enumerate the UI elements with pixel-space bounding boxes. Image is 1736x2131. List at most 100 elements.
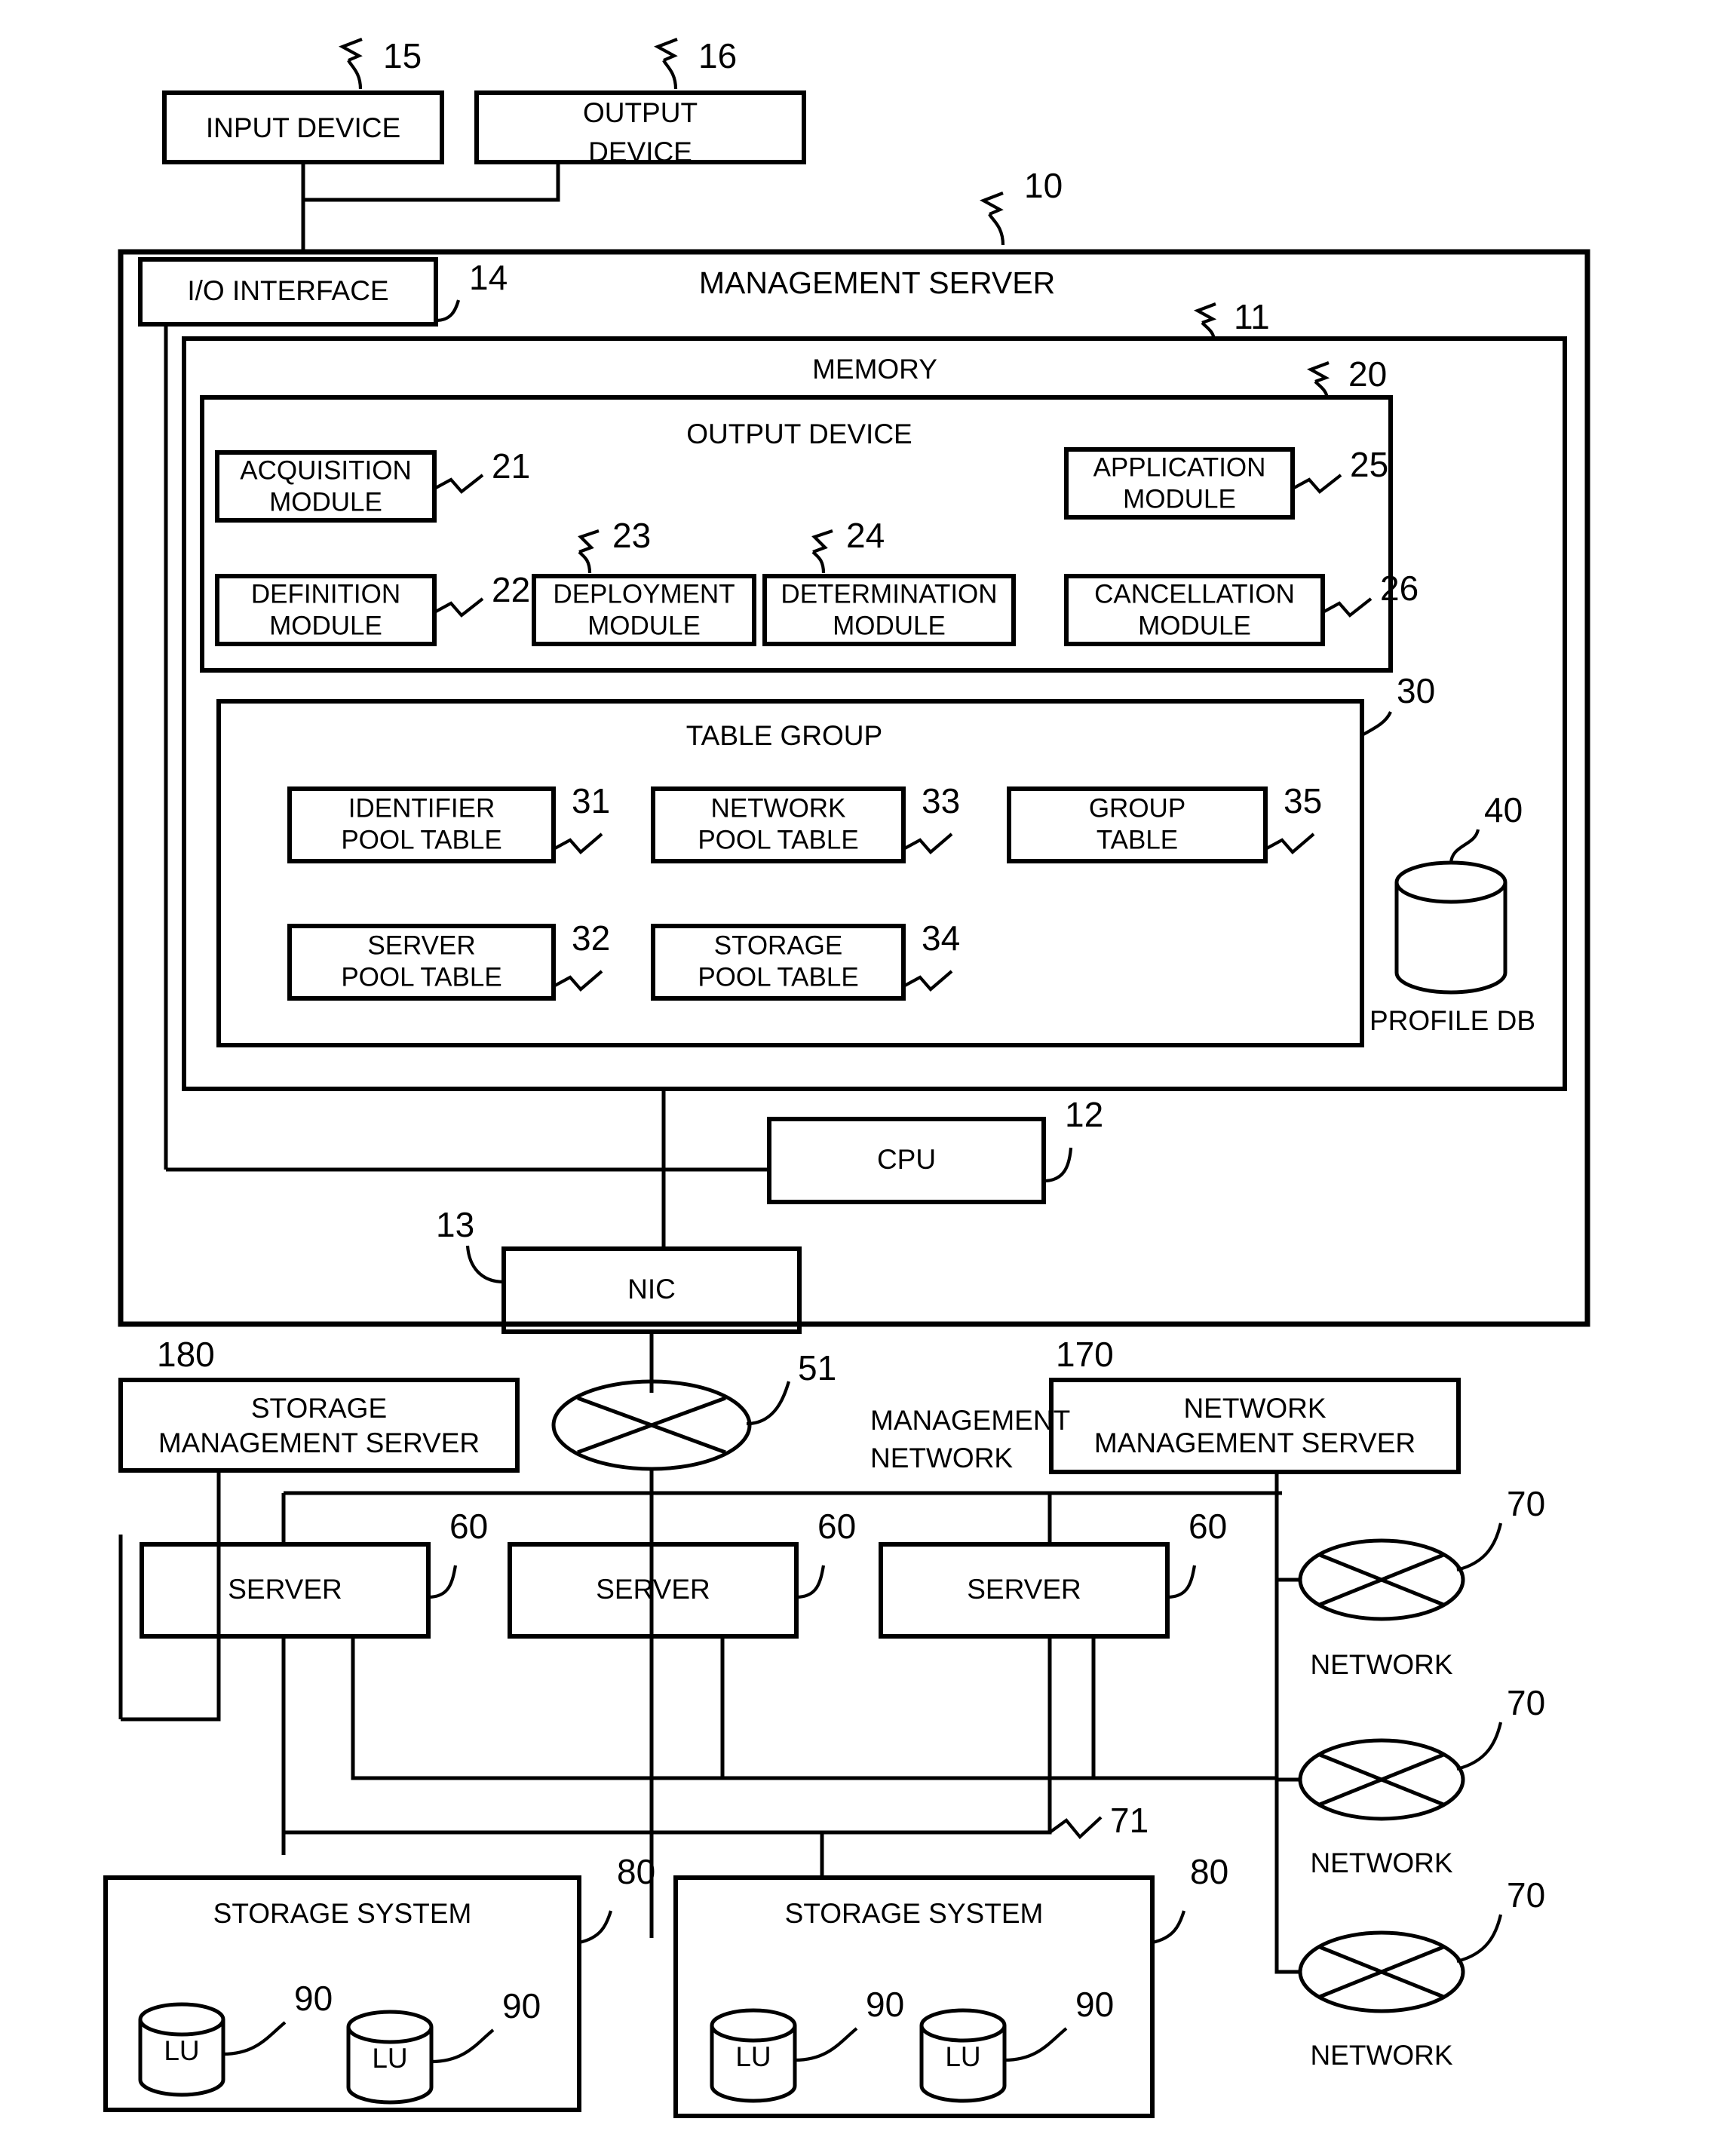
lead-25-zig <box>1291 474 1342 494</box>
ref-170: 170 <box>1056 1335 1114 1374</box>
ref-51: 51 <box>798 1348 836 1387</box>
lead-70-1 <box>1456 1522 1503 1572</box>
lead-10 <box>988 213 1005 246</box>
lead-51 <box>746 1381 791 1426</box>
lead-90-1b <box>431 2028 495 2064</box>
lead-34-zig <box>902 970 953 992</box>
determination-module-line2: MODULE <box>833 611 946 640</box>
network-pool-table-line2: POOL TABLE <box>698 825 858 854</box>
storage-system-label-2: STORAGE SYSTEM <box>785 1898 1044 1929</box>
ref-14: 14 <box>469 258 508 297</box>
ref-24: 24 <box>846 516 885 555</box>
lead-20-zig <box>1306 361 1330 383</box>
lu-label-2b: LU <box>945 2041 980 2072</box>
definition-module-line2: MODULE <box>269 611 382 640</box>
lead-24 <box>811 550 826 574</box>
ref-90-1a: 90 <box>294 1979 333 2018</box>
lead-71-zig <box>1048 1816 1103 1840</box>
lead-26-zig <box>1321 597 1373 618</box>
lead-35-zig <box>1264 832 1315 854</box>
ref-32: 32 <box>572 918 610 958</box>
system-block-diagram: INPUT DEVICE 15 OUTPUT DEVICE 16 MANAGEM… <box>103 36 1590 2118</box>
ref-31: 31 <box>572 781 610 820</box>
lu-label-2a: LU <box>735 2041 771 2072</box>
wire-output-to-io <box>303 162 560 202</box>
cancellation-module-line2: MODULE <box>1138 611 1251 640</box>
network-icon-3[interactable] <box>1298 1930 1465 2013</box>
server-label-1: SERVER <box>228 1574 342 1605</box>
ref-40: 40 <box>1484 790 1523 829</box>
storage-pool-table-line1: STORAGE <box>714 931 843 960</box>
group-table-line2: TABLE <box>1097 825 1178 854</box>
ref-11: 11 <box>1234 297 1270 336</box>
profile-db-cylinder[interactable] <box>1394 860 1507 995</box>
wire-server1-to-data-net <box>351 1636 1277 1780</box>
table-group-title: TABLE GROUP <box>686 720 882 751</box>
deployment-module-line1: DEPLOYMENT <box>553 579 735 609</box>
management-server-title: MANAGEMENT SERVER <box>699 265 1055 300</box>
network-pool-table-line1: NETWORK <box>711 793 846 823</box>
cpu-label: CPU <box>877 1144 936 1175</box>
ref-23: 23 <box>612 516 651 555</box>
network-management-server-line1: NETWORK <box>1183 1393 1326 1424</box>
lead-15 <box>347 59 363 90</box>
server-pool-table-line1: SERVER <box>367 931 475 960</box>
io-interface-label: I/O INTERFACE <box>187 275 388 306</box>
ref-90-2a: 90 <box>866 1985 904 2024</box>
identifier-pool-table-line2: POOL TABLE <box>341 825 501 854</box>
management-network-line2: NETWORK <box>870 1443 1013 1473</box>
ref-90-2b: 90 <box>1075 1985 1114 2024</box>
determination-module-line1: DETERMINATION <box>781 579 997 609</box>
ref-70-2: 70 <box>1507 1683 1545 1722</box>
lead-90-2b <box>1004 2027 1068 2062</box>
server-pool-table-line2: POOL TABLE <box>341 962 501 992</box>
lead-15-zig <box>339 38 363 62</box>
ref-60-3: 60 <box>1189 1507 1227 1546</box>
deployment-module-line2: MODULE <box>587 611 701 640</box>
network-icon-2[interactable] <box>1298 1738 1465 1821</box>
lead-33-zig <box>902 832 953 854</box>
ref-33: 33 <box>922 781 960 820</box>
network-icon-1[interactable] <box>1298 1538 1465 1621</box>
network-management-server-line2: MANAGEMENT SERVER <box>1094 1427 1415 1458</box>
ref-71: 71 <box>1110 1801 1149 1840</box>
wire-server3-to-storage-bus <box>284 1636 1052 1835</box>
nic-label: NIC <box>627 1274 676 1305</box>
lead-60-1 <box>428 1565 458 1599</box>
lead-14 <box>435 299 461 323</box>
ref-30: 30 <box>1397 671 1435 710</box>
lead-90-1a <box>222 2021 287 2056</box>
program-area-title: OUTPUT DEVICE <box>686 419 912 449</box>
network-label-3: NETWORK <box>1310 2040 1452 2071</box>
application-module-line2: MODULE <box>1123 484 1236 514</box>
ref-10: 10 <box>1024 166 1063 205</box>
definition-module-line1: DEFINITION <box>251 579 400 609</box>
lead-70-2 <box>1456 1722 1503 1771</box>
lu-label-1a: LU <box>164 2035 199 2066</box>
output-device-label-line2: DEVICE <box>588 136 692 167</box>
management-network-line1: MANAGEMENT <box>870 1405 1070 1436</box>
ref-25: 25 <box>1350 445 1388 484</box>
ref-60-2: 60 <box>817 1507 856 1546</box>
ref-15: 15 <box>383 36 422 75</box>
application-module-line1: APPLICATION <box>1093 452 1266 482</box>
ref-70-3: 70 <box>1507 1875 1545 1915</box>
storage-pool-table-line2: POOL TABLE <box>698 962 858 992</box>
table-group-box[interactable] <box>216 699 1364 1047</box>
lead-30 <box>1360 711 1392 737</box>
lead-11-zig <box>1193 302 1217 324</box>
lead-12 <box>1043 1147 1073 1183</box>
memory-title: MEMORY <box>812 354 937 385</box>
lead-10-zig <box>980 192 1004 216</box>
storage-system-label-1: STORAGE SYSTEM <box>213 1898 472 1929</box>
group-table-line1: GROUP <box>1089 793 1185 823</box>
lead-23 <box>578 550 592 574</box>
lead-13 <box>465 1245 505 1284</box>
management-network-icon[interactable] <box>551 1379 752 1471</box>
patent-figure-page: INPUT DEVICE 15 OUTPUT DEVICE 16 MANAGEM… <box>0 0 1736 2131</box>
lead-23-zig <box>578 529 600 553</box>
output-device-label-line1: OUTPUT <box>583 97 698 128</box>
wire-network-mgmt-server <box>1274 1472 1301 1974</box>
lu-label-1b: LU <box>372 2043 407 2074</box>
acquisition-module-line1: ACQUISITION <box>240 455 412 485</box>
